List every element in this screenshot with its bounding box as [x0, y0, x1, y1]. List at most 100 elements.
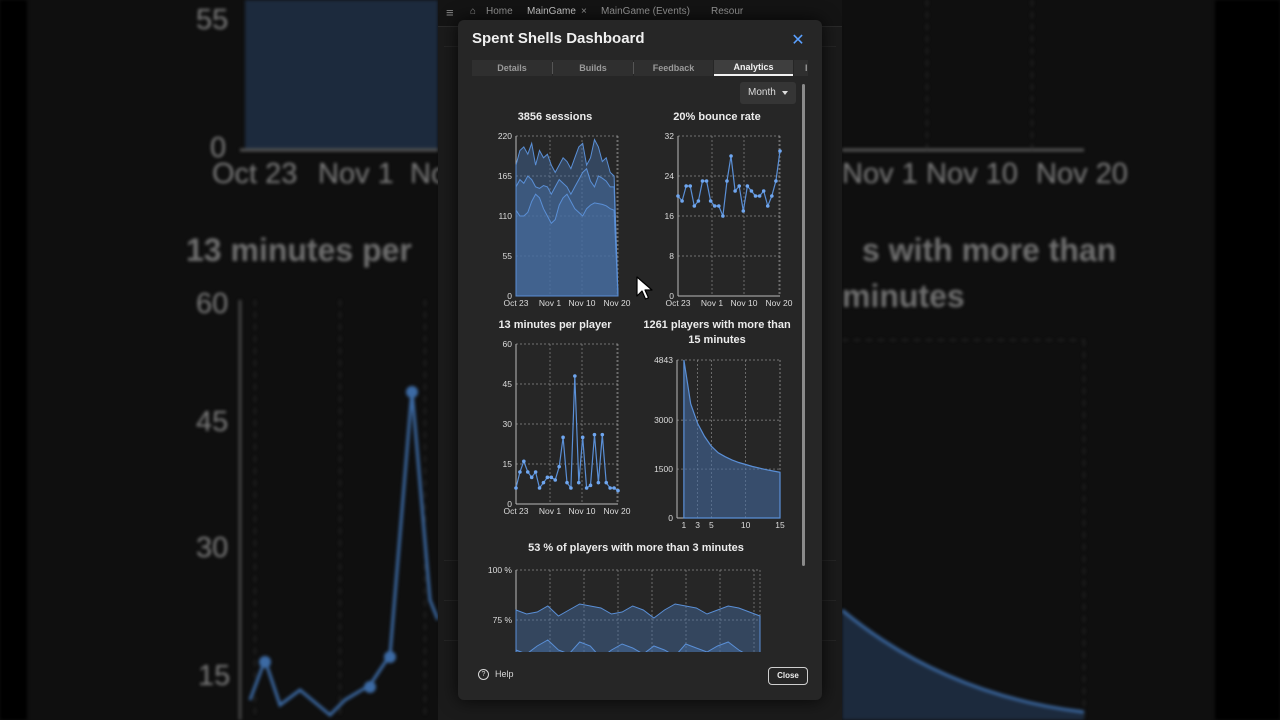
tab-overflow[interactable]: I	[794, 60, 808, 76]
sessions-y-tick-label: 220	[498, 131, 512, 141]
scrollbar[interactable]	[802, 84, 805, 566]
minutes-per-player-point	[549, 475, 554, 480]
minutes-per-player-point	[608, 486, 612, 490]
right-edge	[1215, 0, 1280, 720]
minutes-x-tick-label: Nov 20	[604, 506, 631, 516]
bg-date-2: Nov 1	[318, 158, 394, 190]
minutes-per-player-point	[525, 470, 530, 474]
sessions-y-tick-label: 55	[503, 251, 513, 261]
editor-tab-maingame[interactable]: MainGame	[527, 6, 576, 17]
bounce-x-tick-label: Oct 23	[665, 298, 690, 308]
minutes-per-player-point	[541, 480, 546, 485]
bounce-rate-point	[696, 199, 701, 203]
bounce-rate-point	[729, 154, 733, 158]
bounce-rate-point	[704, 179, 709, 183]
bg-chart-title-right-1: s with more than	[862, 232, 1117, 268]
close-button[interactable]: Close	[768, 667, 808, 685]
tab-details[interactable]: Details	[472, 60, 552, 76]
dialog-title: Spent Shells Dashboard	[472, 30, 645, 47]
help-button[interactable]: ? Help	[478, 669, 514, 681]
period-dropdown-value: Month	[748, 87, 776, 98]
bounce-rate-point	[725, 179, 729, 183]
bg-tick-55: 55	[196, 4, 229, 36]
minutes-per-player-chart: 015304560Oct 23 Nov 1 Nov 10 Nov 20	[503, 339, 631, 516]
bounce-rate-point	[692, 204, 697, 208]
minutes-per-player-point	[553, 478, 558, 482]
minutes-per-player-point	[533, 470, 538, 474]
bounce-rate-point	[733, 189, 737, 193]
period-dropdown[interactable]: Month	[740, 82, 796, 104]
chart-title-minutes-per-player: 13 minutes per player	[498, 319, 612, 331]
bounce-rate-point	[688, 184, 693, 188]
sessions-y-tick-label: 110	[498, 211, 512, 221]
chart-title-players-3-min: 53 % of players with more than 3 minutes	[528, 542, 744, 554]
tab-feedback[interactable]: Feedback	[634, 60, 713, 76]
players3-y-tick-label: 75 %	[493, 615, 513, 625]
mouse-cursor-icon	[636, 276, 653, 300]
bounce-rate-point	[708, 199, 713, 203]
players-over-15-min-chart: 0 1500 3000 4843 1 3 5 10 15	[654, 355, 785, 530]
players15-x-tick-label: 3	[695, 520, 700, 530]
editor-tab-home[interactable]: Home	[486, 6, 513, 17]
bounce-rate-point	[741, 209, 746, 213]
minutes-per-player-point	[596, 480, 601, 485]
minutes-per-player-point	[545, 475, 550, 480]
bounce-rate-point	[745, 184, 750, 188]
bounce-rate-point	[684, 184, 688, 188]
minutes-per-player-point	[565, 480, 569, 485]
hamburger-icon[interactable]: ≡	[446, 5, 454, 20]
minutes-y-tick-label: 60	[503, 339, 513, 349]
editor-tab-resources[interactable]: Resour	[711, 6, 743, 17]
background-right-panel: Nov 1 Nov 10 Nov 20 s with more than min…	[842, 0, 1280, 720]
bounce-y-tick-label: 8	[669, 251, 674, 261]
bounce-rate-chart: 08162432Oct 23 Nov 1 Nov 10 Nov 20	[665, 131, 793, 308]
sessions-chart: 055110165220Oct 23 Nov 1 Nov 10 Nov 20	[498, 131, 631, 308]
minutes-per-player-point	[529, 475, 534, 480]
chart-title-sessions: 3856 sessions	[517, 111, 593, 123]
tab-close-icon[interactable]: ×	[581, 6, 587, 17]
minutes-per-player-point	[584, 486, 589, 490]
minutes-per-player-point	[612, 486, 616, 490]
minutes-per-player-point	[616, 488, 620, 493]
bounce-rate-point	[737, 184, 741, 188]
close-icon[interactable]: ✕	[788, 30, 808, 50]
minutes-y-tick-label: 15	[503, 459, 513, 469]
bounce-rate-point	[712, 204, 717, 208]
bg-date-1: Oct 23	[212, 158, 298, 190]
tab-analytics[interactable]: Analytics	[714, 60, 793, 76]
minutes-per-player-point	[557, 464, 561, 469]
bounce-y-tick-label: 24	[665, 171, 675, 181]
bounce-rate-point	[761, 189, 766, 193]
minutes-per-player-point	[522, 459, 526, 464]
players15-y-tick-label: 0	[668, 513, 673, 523]
players15-x-tick-label: 10	[741, 520, 751, 530]
minutes-x-tick-label: Nov 10	[569, 506, 596, 516]
bg-tick-60: 60	[196, 288, 229, 320]
sessions-x-tick-label: Nov 20	[604, 298, 631, 308]
minutes-y-tick-label: 30	[503, 419, 513, 429]
home-icon[interactable]: ⌂	[470, 6, 476, 17]
editor-tab-maingame-events[interactable]: MainGame (Events)	[601, 6, 690, 17]
minutes-per-player-point	[573, 374, 577, 378]
minutes-per-player-point	[518, 470, 522, 474]
minutes-per-player-point	[580, 435, 585, 440]
bg-chart-title-right-2: minutes	[842, 278, 965, 314]
bounce-rate-point	[765, 204, 770, 208]
bounce-rate-point	[749, 189, 754, 193]
tab-builds[interactable]: Builds	[553, 60, 633, 76]
players15-y-tick-label: 3000	[654, 415, 673, 425]
chevron-down-icon	[782, 91, 788, 95]
minutes-y-tick-label: 45	[503, 379, 513, 389]
players3-y-tick-label: 100 %	[488, 565, 513, 575]
players15-x-tick-label: 5	[709, 520, 714, 530]
help-label: Help	[495, 669, 514, 679]
minutes-per-player-point	[537, 486, 542, 490]
bg-date-3: No	[410, 158, 438, 190]
minutes-per-player-point	[576, 480, 581, 485]
players-15-area	[683, 359, 781, 519]
bounce-rate-point	[757, 194, 762, 198]
minutes-per-player-point	[569, 486, 573, 490]
minutes-per-player-point	[561, 435, 565, 440]
players15-x-tick-label: 15	[775, 520, 785, 530]
bounce-rate-point	[721, 214, 725, 218]
